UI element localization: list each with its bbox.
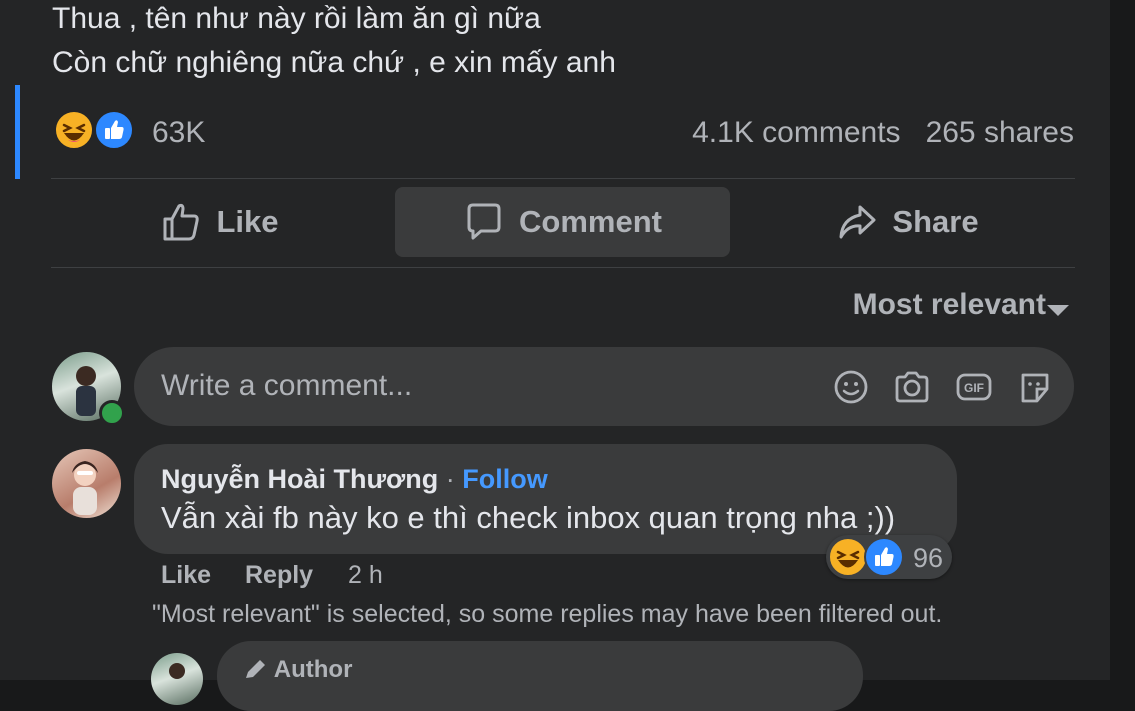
online-status-dot bbox=[99, 400, 125, 426]
comment-timestamp[interactable]: 2 h bbox=[348, 561, 383, 590]
comment-separator: · bbox=[445, 464, 455, 494]
reply-bubble: Author bbox=[217, 641, 863, 711]
divider-bottom bbox=[51, 267, 1075, 268]
sort-dropdown-label[interactable]: Most relevant bbox=[853, 288, 1046, 322]
comment-author-name[interactable]: Nguyễn Hoài Thương bbox=[161, 464, 438, 494]
camera-icon[interactable] bbox=[892, 367, 932, 407]
post-card: Thua , tên như này rồi làm ăn gì nữa Còn… bbox=[0, 0, 1110, 711]
post-text-line-2: Còn chữ nghiêng nữa chứ , e xin mấy anh bbox=[52, 46, 616, 79]
sticker-icon[interactable] bbox=[1015, 367, 1055, 407]
caret-down-icon[interactable] bbox=[1047, 305, 1069, 316]
divider-top bbox=[51, 178, 1075, 179]
comment-input-placeholder: Write a comment... bbox=[161, 369, 413, 402]
shares-count[interactable]: 265 shares bbox=[926, 116, 1074, 149]
share-button[interactable]: Share bbox=[740, 187, 1075, 257]
like-button[interactable]: Like bbox=[52, 187, 387, 257]
comment-reactions[interactable]: 96 bbox=[826, 535, 952, 579]
post-accent-bar bbox=[15, 85, 20, 179]
gif-icon[interactable]: GIF bbox=[954, 367, 994, 407]
svg-text:GIF: GIF bbox=[964, 381, 984, 395]
like-button-label: Like bbox=[216, 204, 279, 239]
reply-author-avatar[interactable] bbox=[151, 653, 203, 705]
author-badge-label: Author bbox=[273, 656, 353, 683]
like-icon bbox=[864, 537, 904, 577]
comment-button[interactable]: Comment bbox=[395, 187, 730, 257]
comments-count[interactable]: 4.1K comments bbox=[692, 116, 900, 149]
like-icon bbox=[94, 110, 134, 150]
comment-reaction-count: 96 bbox=[913, 543, 944, 573]
haha-icon bbox=[828, 537, 868, 577]
thumbs-up-icon bbox=[163, 203, 200, 241]
filtered-notice: "Most relevant" is selected, so some rep… bbox=[152, 600, 943, 628]
follow-link[interactable]: Follow bbox=[462, 464, 547, 494]
reaction-count[interactable]: 63K bbox=[152, 116, 205, 150]
comment-icon bbox=[467, 203, 501, 240]
share-button-label: Share bbox=[892, 204, 979, 239]
emoji-icon[interactable] bbox=[831, 367, 871, 407]
comment-author-line: Nguyễn Hoài Thương · Follow bbox=[161, 464, 548, 495]
comment-reply-link[interactable]: Reply bbox=[245, 561, 313, 590]
comment-like-link[interactable]: Like bbox=[161, 561, 211, 590]
share-arrow-icon bbox=[839, 205, 876, 239]
comment-text: Vẫn xài fb này ko e thì check inbox quan… bbox=[161, 500, 896, 535]
comment-button-label: Comment bbox=[519, 204, 662, 239]
haha-icon bbox=[54, 110, 94, 150]
commenter-avatar[interactable] bbox=[52, 449, 121, 518]
comments-shares-counts: 4.1K comments 265 shares bbox=[692, 116, 1074, 150]
pencil-icon bbox=[246, 660, 265, 678]
post-text-line-1: Thua , tên như này rồi làm ăn gì nữa bbox=[52, 2, 541, 35]
page-scroll-gutter bbox=[1110, 0, 1135, 680]
comment-bubble: Nguyễn Hoài Thương · Follow Vẫn xài fb n… bbox=[134, 444, 957, 554]
comment-input[interactable]: Write a comment... GIF bbox=[134, 347, 1074, 426]
reactions-summary[interactable]: 63K 4.1K comments 265 shares bbox=[52, 108, 1074, 158]
